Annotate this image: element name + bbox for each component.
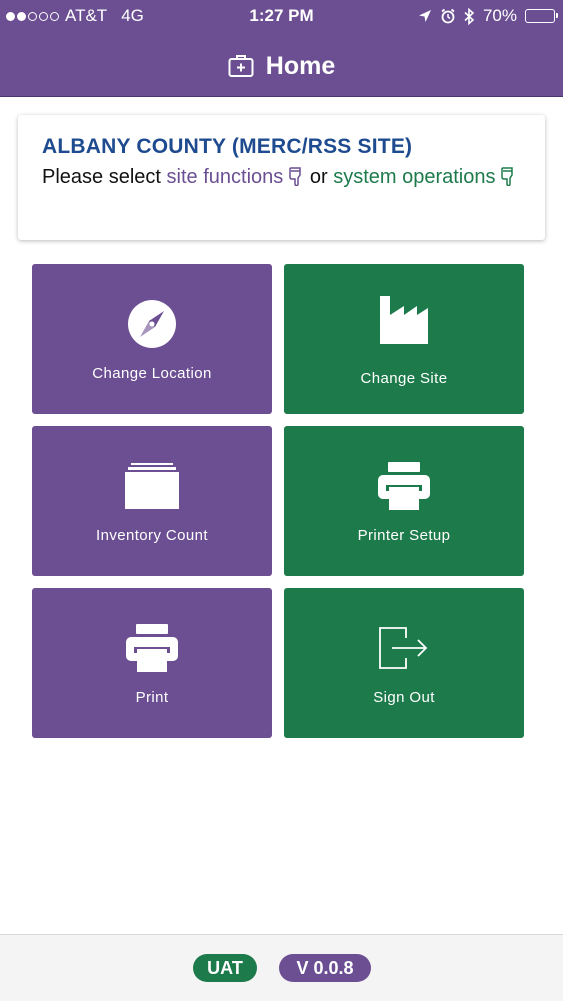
app-header: AT&T 4G 1:27 PM 70% Home — [0, 0, 563, 97]
tile-label: Change Site — [360, 370, 448, 387]
print-button[interactable]: Print — [32, 588, 272, 738]
footer-bar: UAT V 0.0.8 — [0, 934, 563, 1001]
hand-pointing-down-icon — [289, 167, 302, 186]
site-functions-link: site functions — [167, 166, 305, 188]
tile-label: Printer Setup — [357, 527, 451, 544]
instruction-prefix: Please select — [42, 166, 161, 188]
tile-label: Inventory Count — [96, 527, 208, 544]
status-right: 70% — [418, 6, 558, 26]
tile-label: Sign Out — [373, 689, 435, 706]
change-site-button[interactable]: Change Site — [284, 264, 524, 414]
battery-icon — [525, 9, 558, 23]
battery-percent: 70% — [482, 6, 517, 25]
instruction-text: Please select site functions or system o… — [42, 163, 521, 191]
inventory-count-button[interactable]: Inventory Count — [32, 426, 272, 576]
tile-label: Print — [135, 689, 169, 706]
environment-badge: UAT — [193, 954, 257, 982]
change-location-button[interactable]: Change Location — [32, 264, 272, 414]
site-name: ALBANY COUNTY (MERC/RSS SITE) — [42, 135, 413, 158]
nav-title-bar: Home — [0, 46, 563, 86]
bluetooth-icon — [464, 7, 475, 25]
sign-out-button[interactable]: Sign Out — [284, 588, 524, 738]
printer-icon — [378, 462, 430, 510]
printer-icon — [126, 624, 178, 672]
status-bar: AT&T 4G 1:27 PM 70% — [0, 0, 563, 32]
card-stack-icon — [125, 463, 179, 509]
sign-out-icon — [379, 627, 428, 669]
site-info-card: ALBANY COUNTY (MERC/RSS SITE) Please sel… — [18, 115, 545, 240]
location-arrow-icon — [418, 10, 431, 22]
first-aid-kit-icon — [228, 55, 254, 77]
printer-setup-button[interactable]: Printer Setup — [284, 426, 524, 576]
alarm-icon — [441, 8, 455, 24]
compass-icon — [128, 300, 176, 348]
system-operations-link: system operations — [333, 166, 516, 188]
tile-label: Change Location — [92, 365, 212, 382]
instruction-connector: or — [309, 166, 328, 188]
factory-icon — [380, 296, 428, 344]
hand-pointing-down-icon — [501, 167, 514, 186]
page-title: Home — [265, 51, 336, 80]
version-badge: V 0.0.8 — [279, 954, 371, 982]
